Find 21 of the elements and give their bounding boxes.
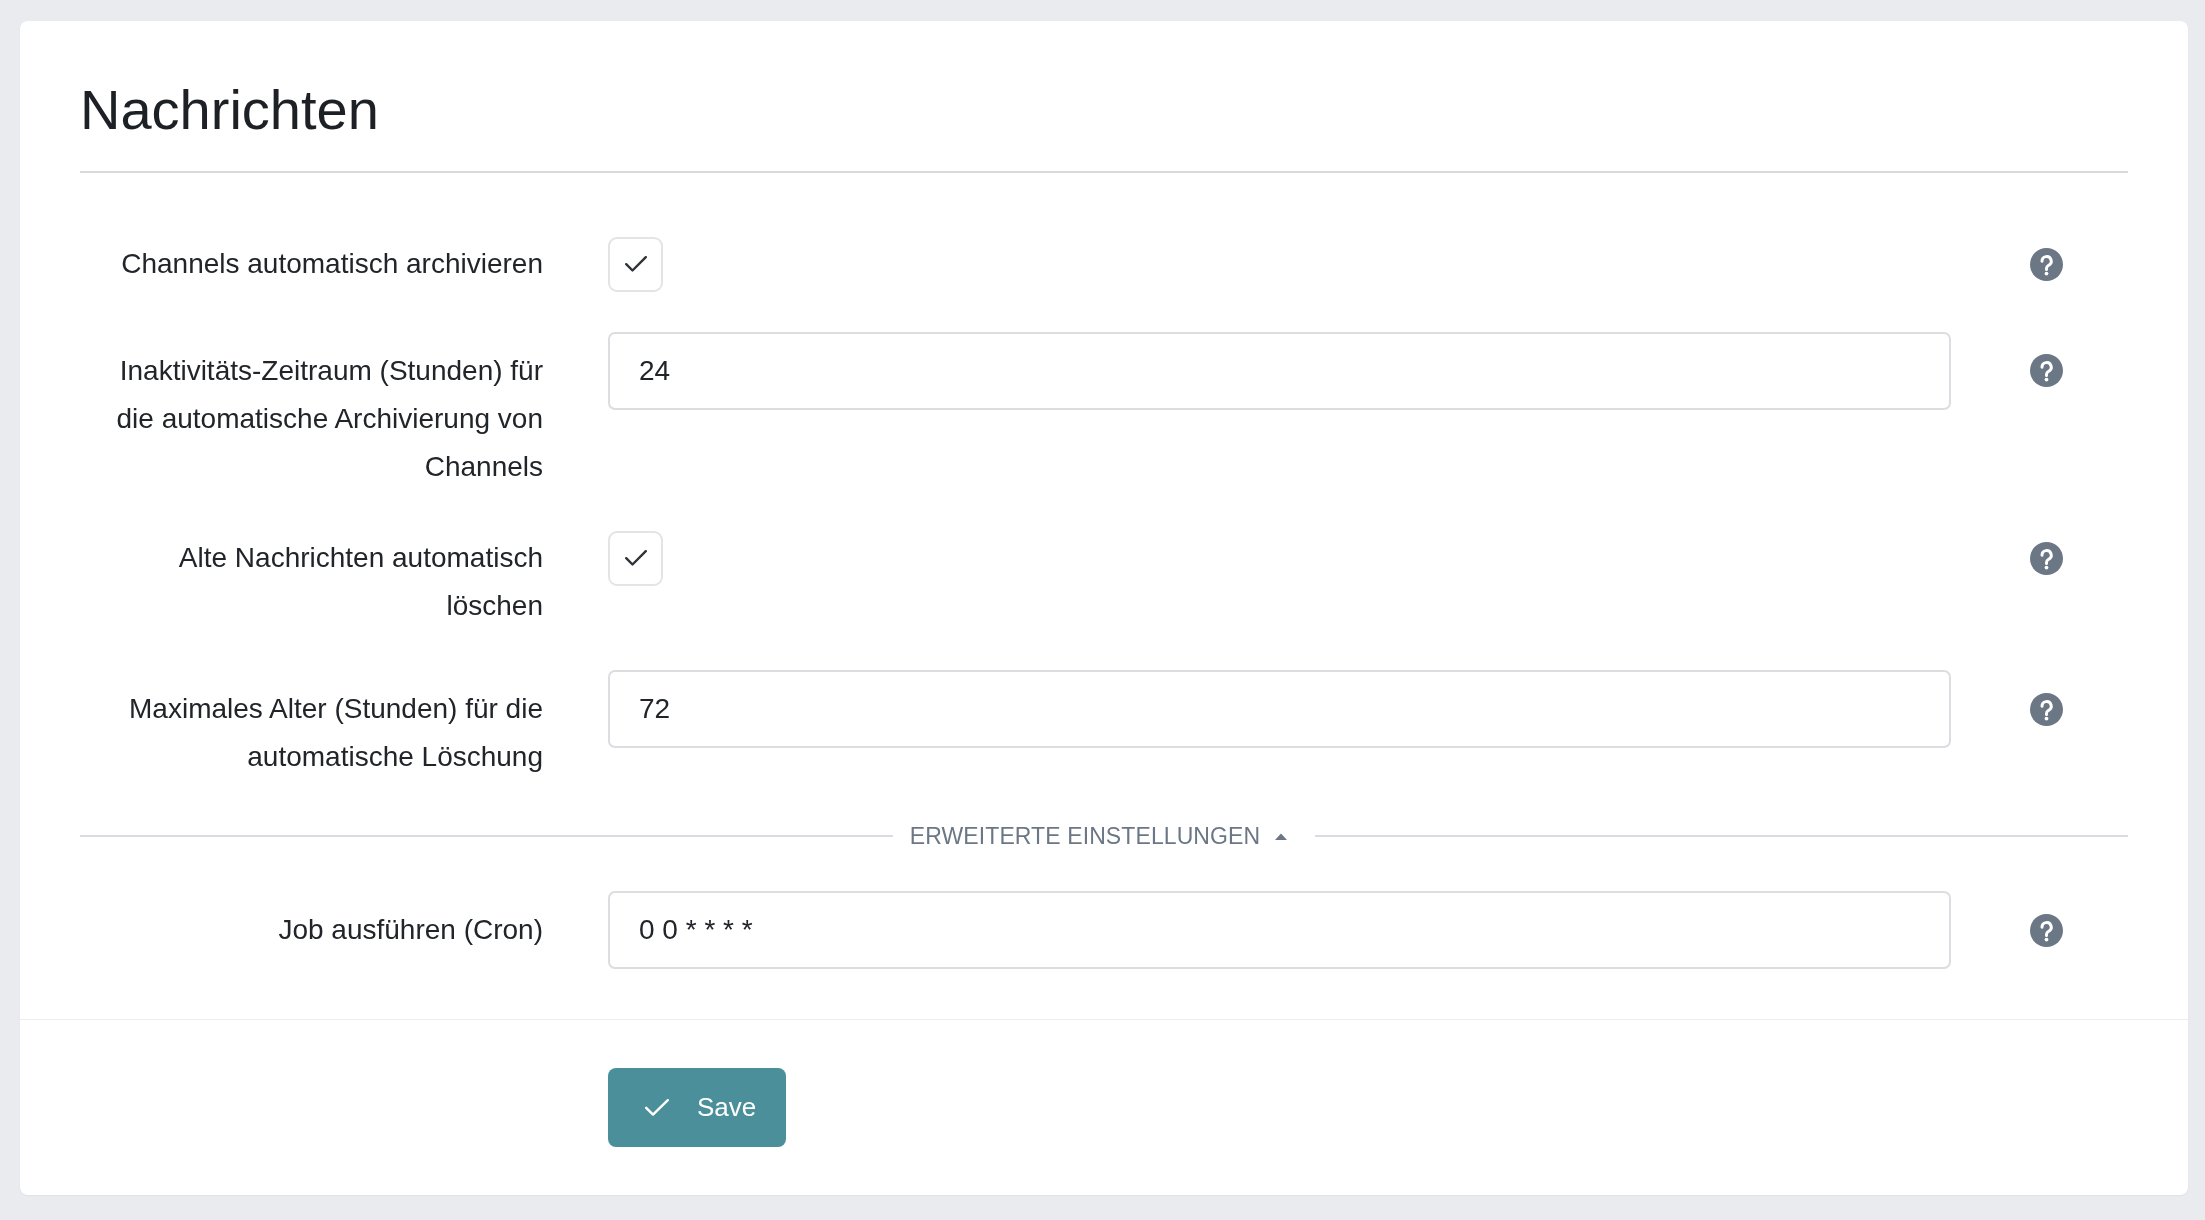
check-icon bbox=[624, 550, 647, 566]
setting-label: Job ausführen (Cron) bbox=[277, 913, 543, 947]
section-title: Nachrichten bbox=[80, 77, 380, 143]
advanced-settings-toggle[interactable]: ERWEITERTE EINSTELLUNGEN bbox=[892, 821, 1316, 851]
text-input[interactable]: 24 bbox=[608, 331, 1951, 410]
setting-label: Inaktivitäts-Zeitraum (Stunden) für die automatische Archivierung von Channels bbox=[115, 353, 543, 484]
save-button[interactable]: Save bbox=[608, 1068, 787, 1147]
help-icon[interactable] bbox=[2030, 913, 2063, 947]
setting-label: Maximales Alter (Stunden) für die automatische Löschung bbox=[128, 692, 543, 774]
setting-label: Channels automatisch archivieren bbox=[120, 247, 543, 281]
check-icon bbox=[645, 1099, 669, 1116]
setting-label: Alte Nachrichten automatisch löschen bbox=[177, 541, 543, 623]
checkbox[interactable] bbox=[608, 530, 663, 586]
text-input[interactable]: 72 bbox=[608, 670, 1951, 748]
checkbox[interactable] bbox=[608, 236, 663, 292]
help-icon[interactable] bbox=[2030, 541, 2063, 575]
help-icon[interactable] bbox=[2030, 692, 2063, 726]
check-icon bbox=[624, 256, 647, 272]
help-icon[interactable] bbox=[2030, 247, 2063, 281]
text-input[interactable]: 0 0 * * * * bbox=[608, 891, 1951, 969]
help-icon[interactable] bbox=[2030, 354, 2063, 387]
